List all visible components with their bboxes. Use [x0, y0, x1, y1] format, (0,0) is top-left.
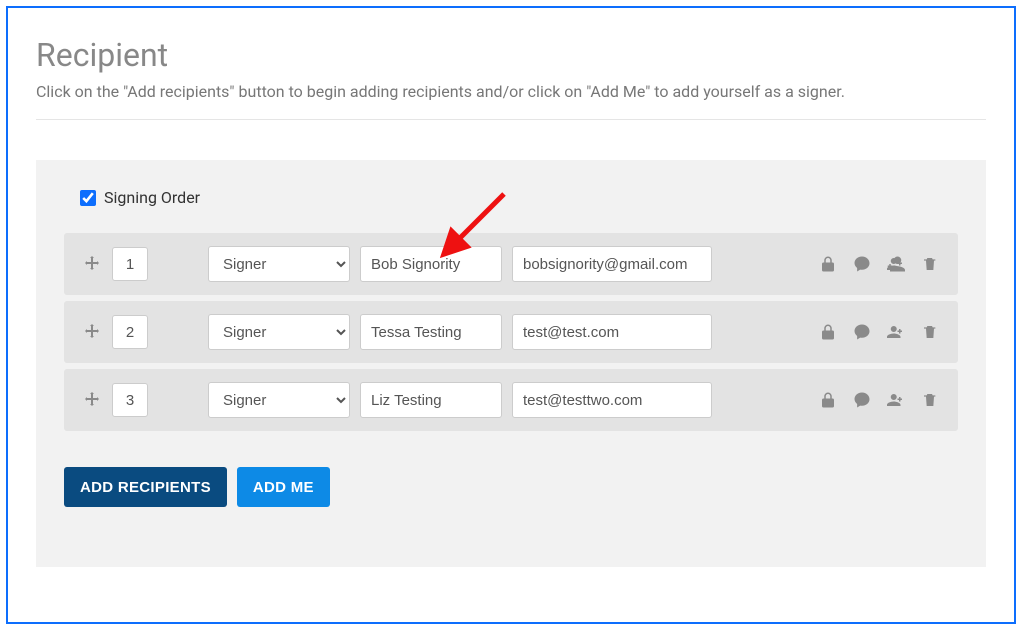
drag-handle-icon[interactable] [82, 324, 102, 340]
signing-order-row: Signing Order [80, 188, 958, 207]
signing-order-label: Signing Order [104, 188, 200, 207]
add-person-icon[interactable] [886, 254, 906, 274]
buttons-row: ADD RECIPIENTS ADD ME [64, 467, 958, 507]
row-actions [818, 254, 940, 274]
delete-icon[interactable] [920, 390, 940, 410]
email-input[interactable] [512, 246, 712, 282]
add-person-icon[interactable] [886, 322, 906, 342]
message-icon[interactable] [852, 254, 872, 274]
drag-handle-icon[interactable] [82, 256, 102, 272]
app-frame: Recipient Click on the "Add recipients" … [6, 6, 1016, 624]
recipient-row: Signer [64, 233, 958, 295]
role-select[interactable]: Signer [208, 246, 350, 282]
recipients-panel: Signing Order Signer [36, 160, 986, 567]
message-icon[interactable] [852, 322, 872, 342]
page-instructions: Click on the "Add recipients" button to … [36, 82, 986, 101]
add-recipients-button[interactable]: ADD RECIPIENTS [64, 467, 227, 507]
row-actions [818, 322, 940, 342]
lock-icon[interactable] [818, 254, 838, 274]
email-input[interactable] [512, 382, 712, 418]
delete-icon[interactable] [920, 254, 940, 274]
lock-icon[interactable] [818, 322, 838, 342]
role-select[interactable]: Signer [208, 314, 350, 350]
order-input[interactable] [112, 247, 148, 281]
drag-handle-icon[interactable] [82, 392, 102, 408]
header-divider [36, 119, 986, 120]
recipient-row: Signer [64, 301, 958, 363]
add-person-icon[interactable] [886, 390, 906, 410]
name-input[interactable] [360, 382, 502, 418]
page-title: Recipient [36, 36, 986, 74]
row-actions [818, 390, 940, 410]
order-input[interactable] [112, 315, 148, 349]
role-select[interactable]: Signer [208, 382, 350, 418]
signing-order-checkbox[interactable] [80, 190, 96, 206]
name-input[interactable] [360, 246, 502, 282]
message-icon[interactable] [852, 390, 872, 410]
add-me-button[interactable]: ADD ME [237, 467, 330, 507]
delete-icon[interactable] [920, 322, 940, 342]
recipient-row: Signer [64, 369, 958, 431]
order-input[interactable] [112, 383, 148, 417]
email-input[interactable] [512, 314, 712, 350]
lock-icon[interactable] [818, 390, 838, 410]
name-input[interactable] [360, 314, 502, 350]
